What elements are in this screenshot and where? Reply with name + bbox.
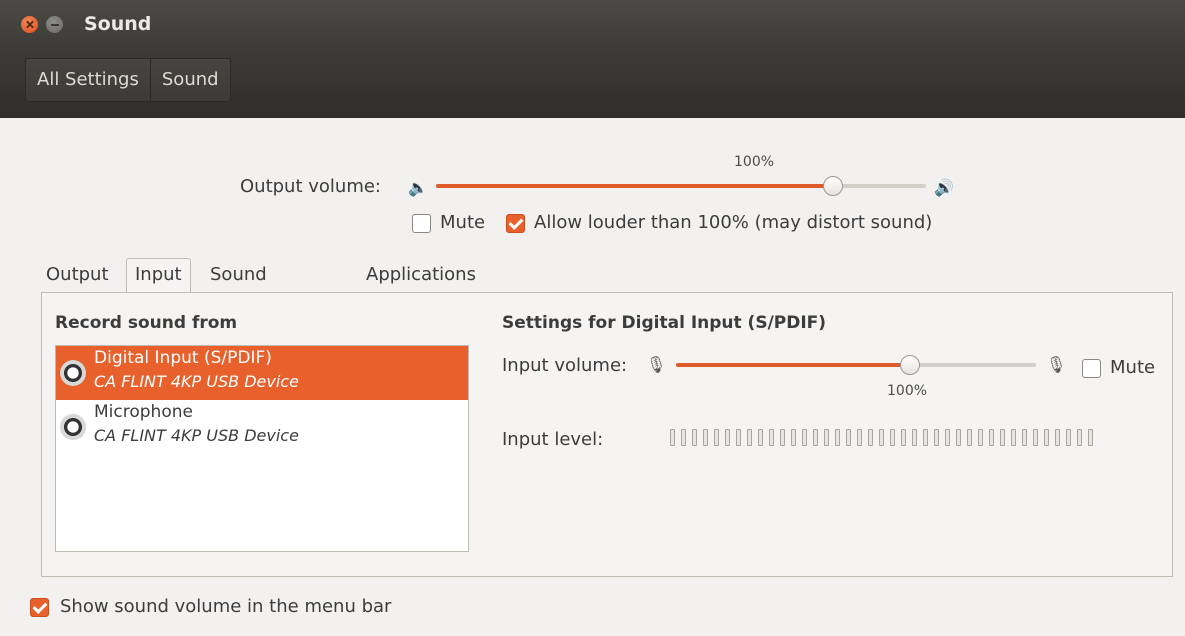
microphone-high-icon: 🎙 <box>1046 355 1067 374</box>
output-volume-slider[interactable] <box>436 176 926 196</box>
toolbar: All Settings Sound <box>0 48 1185 118</box>
input-level-bar <box>714 429 719 446</box>
input-level-bar <box>791 429 796 446</box>
speaker-high-icon: 🔊 <box>934 178 954 197</box>
input-level-bar <box>1022 429 1027 446</box>
breadcrumb: All Settings Sound <box>25 58 231 102</box>
input-level-bar <box>846 429 851 446</box>
input-level-bar <box>824 429 829 446</box>
tab-applications[interactable]: Applications <box>358 258 484 292</box>
input-level-bar <box>747 429 752 446</box>
output-mute-checkbox[interactable] <box>412 214 431 233</box>
tab-output[interactable]: Output <box>38 258 117 292</box>
input-level-bar <box>945 429 950 446</box>
input-mute-checkbox[interactable] <box>1082 359 1101 378</box>
sound-settings-content: 100% Output volume: 🔈 🔊 Mute Allow loude… <box>8 118 1177 636</box>
input-device-list: Digital Input (S/PDIF) CA FLINT 4KP USB … <box>55 345 469 552</box>
input-tab-panel: Record sound from Digital Input (S/PDIF)… <box>41 292 1173 577</box>
input-level-bar <box>879 429 884 446</box>
input-level-bar <box>1055 429 1060 446</box>
show-volume-in-menu-bar-label: Show sound volume in the menu bar <box>60 596 392 617</box>
input-level-bar <box>725 429 730 446</box>
input-level-bar <box>769 429 774 446</box>
input-level-bar <box>703 429 708 446</box>
input-level-bar <box>923 429 928 446</box>
breadcrumb-sound[interactable]: Sound <box>151 59 230 101</box>
input-level-bar <box>890 429 895 446</box>
tab-sound-effects[interactable]: Sound Effects <box>202 258 279 319</box>
input-level-bar <box>989 429 994 446</box>
input-volume-percent: 100% <box>887 383 928 399</box>
speaker-low-icon: 🔈 <box>408 178 428 197</box>
input-level-bar <box>1033 429 1038 446</box>
input-mute-label: Mute <box>1110 357 1156 378</box>
output-volume-knob[interactable] <box>822 176 843 196</box>
device-subtitle: CA FLINT 4KP USB Device <box>94 372 299 391</box>
input-level-bar <box>1011 429 1016 446</box>
input-level-bar <box>1000 429 1005 446</box>
device-subtitle: CA FLINT 4KP USB Device <box>94 426 299 445</box>
input-level-meter <box>670 429 1093 446</box>
breadcrumb-all-settings[interactable]: All Settings <box>26 59 151 101</box>
output-volume-fill <box>436 184 833 188</box>
input-level-bar <box>736 429 741 446</box>
input-volume-label: Input volume: <box>502 355 628 376</box>
input-level-bar <box>912 429 917 446</box>
input-level-bar <box>1088 429 1093 446</box>
input-level-bar <box>780 429 785 446</box>
input-level-bar <box>681 429 686 446</box>
minimize-window-button[interactable] <box>46 16 63 33</box>
input-level-bar <box>967 429 972 446</box>
input-level-label: Input level: <box>502 429 604 450</box>
input-level-bar <box>1066 429 1071 446</box>
audio-input-device-icon <box>60 414 86 440</box>
input-level-bar <box>692 429 697 446</box>
device-name: Microphone <box>94 402 193 422</box>
input-level-bar <box>857 429 862 446</box>
input-level-bar <box>956 429 961 446</box>
device-list-item-microphone[interactable]: Microphone CA FLINT 4KP USB Device <box>56 400 468 454</box>
record-sound-from-title: Record sound from <box>55 313 238 333</box>
settings-for-device-title: Settings for Digital Input (S/PDIF) <box>502 313 827 333</box>
tab-input[interactable]: Input <box>126 258 191 292</box>
device-list-item-digital-input[interactable]: Digital Input (S/PDIF) CA FLINT 4KP USB … <box>56 346 468 400</box>
input-level-bar <box>835 429 840 446</box>
input-level-bar <box>1044 429 1049 446</box>
close-window-button[interactable] <box>21 16 38 33</box>
show-volume-in-menu-bar-checkbox[interactable] <box>30 598 49 617</box>
input-level-bar <box>978 429 983 446</box>
microphone-low-icon: 🎙 <box>646 355 667 374</box>
allow-louder-label: Allow louder than 100% (may distort soun… <box>534 212 933 233</box>
window-title: Sound <box>84 13 152 35</box>
input-volume-fill <box>676 363 910 367</box>
input-level-bar <box>901 429 906 446</box>
input-volume-knob[interactable] <box>900 355 920 375</box>
input-level-bar <box>1077 429 1082 446</box>
input-level-bar <box>813 429 818 446</box>
allow-louder-checkbox[interactable] <box>506 214 525 233</box>
input-level-bar <box>802 429 807 446</box>
input-volume-slider[interactable] <box>676 355 1036 375</box>
output-volume-label: Output volume: <box>240 176 381 197</box>
input-level-bar <box>758 429 763 446</box>
audio-input-device-icon <box>60 360 86 386</box>
output-mute-label: Mute <box>440 212 486 233</box>
device-name: Digital Input (S/PDIF) <box>94 348 272 368</box>
output-volume-percent: 100% <box>734 154 775 170</box>
title-bar: Sound <box>0 0 1185 48</box>
input-level-bar <box>868 429 873 446</box>
input-level-bar <box>934 429 939 446</box>
input-level-bar <box>670 429 675 446</box>
